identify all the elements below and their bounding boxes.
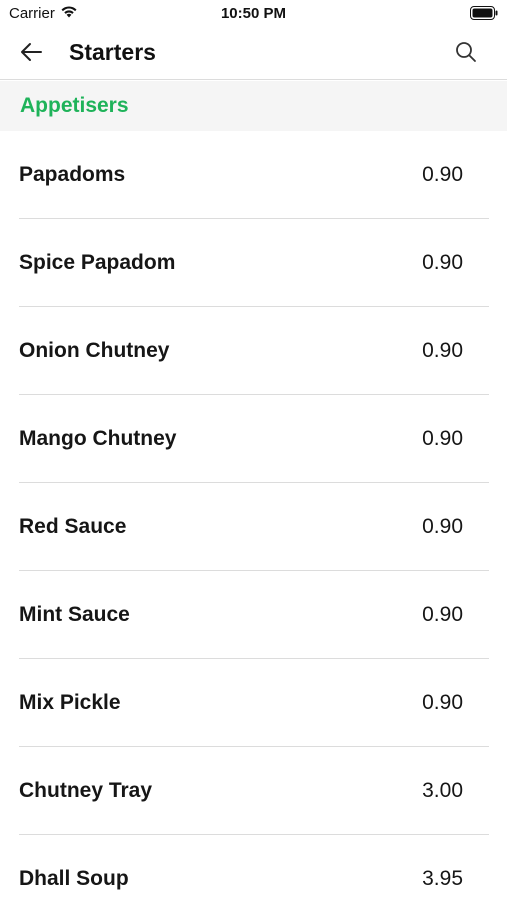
menu-item-name: Onion Chutney [19, 339, 170, 362]
menu-item-price: 0.90 [422, 427, 463, 450]
menu-item-price: 0.90 [422, 163, 463, 186]
page-title: Starters [69, 39, 156, 65]
menu-item-row[interactable]: Mix Pickle 0.90 [19, 659, 489, 747]
menu-item-name: Papadoms [19, 163, 126, 186]
menu-item-row[interactable]: Mint Sauce 0.90 [19, 571, 489, 659]
menu-item-price: 0.90 [422, 603, 463, 626]
menu-item-price: 0.90 [422, 339, 463, 362]
menu-item-name: Dhall Soup [19, 867, 129, 890]
menu-item-price: 0.90 [422, 691, 463, 714]
back-button[interactable] [14, 38, 48, 70]
menu-item-name: Mint Sauce [19, 603, 130, 626]
menu-item-row[interactable]: Dhall Soup 3.95 [19, 835, 489, 923]
menu-item-row[interactable]: Chutney Tray 3.00 [19, 747, 489, 835]
menu-item-name: Mango Chutney [19, 427, 177, 450]
status-bar: Carrier 10:50 PM [0, 0, 507, 28]
menu-item-name: Red Sauce [19, 515, 127, 538]
menu-item-row[interactable]: Mango Chutney 0.90 [19, 395, 489, 483]
menu-item-name: Chutney Tray [19, 779, 153, 802]
menu-item-price: 3.95 [422, 867, 463, 890]
menu-item-price: 0.90 [422, 515, 463, 538]
navigation-bar: Starters [0, 28, 507, 80]
menu-item-row[interactable]: Spice Papadom 0.90 [19, 219, 489, 307]
section-title: Appetisers [20, 94, 129, 117]
menu-item-price: 0.90 [422, 251, 463, 274]
section-header: Appetisers [0, 81, 507, 131]
search-button[interactable] [451, 39, 481, 69]
menu-item-name: Mix Pickle [19, 691, 121, 714]
status-time: 10:50 PM [220, 5, 287, 22]
search-icon [455, 41, 477, 68]
menu-item-row[interactable]: Red Sauce 0.90 [19, 483, 489, 571]
menu-item-row[interactable]: Papadoms 0.90 [19, 131, 489, 219]
menu-item-price: 3.00 [422, 779, 463, 802]
battery-icon [470, 6, 498, 20]
menu-list: Papadoms 0.90 Spice Papadom 0.90 Onion C… [0, 131, 507, 923]
menu-item-row[interactable]: Onion Chutney 0.90 [19, 307, 489, 395]
arrow-left-icon [19, 42, 43, 67]
menu-item-name: Spice Papadom [19, 251, 176, 274]
